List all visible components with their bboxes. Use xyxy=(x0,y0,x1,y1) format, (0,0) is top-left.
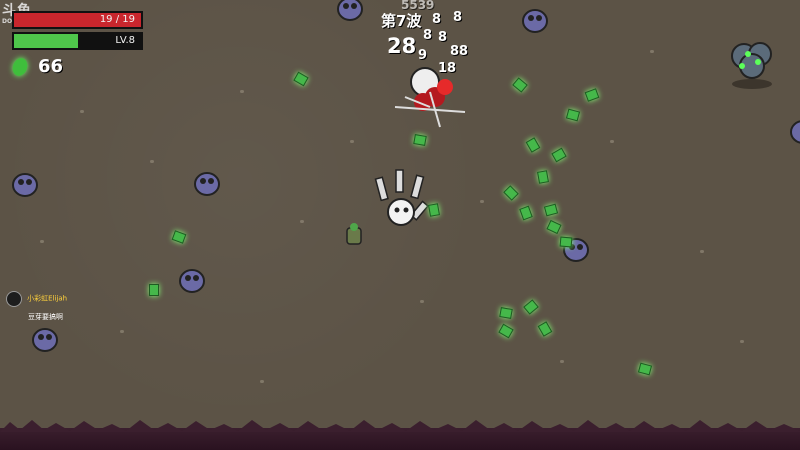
material-drop xyxy=(537,170,549,184)
material-drop xyxy=(512,77,528,93)
ground-pebble xyxy=(150,160,154,163)
material-drop xyxy=(543,203,559,217)
enemy-hit-splash xyxy=(394,67,466,128)
damage-number: 8 xyxy=(438,30,448,45)
material-drop xyxy=(499,307,513,319)
materials-count: 66 xyxy=(38,56,64,77)
material-drop xyxy=(584,88,600,102)
material-drop xyxy=(537,321,553,337)
level-text: LV.8 xyxy=(115,35,135,46)
material-drop xyxy=(523,299,539,315)
ground-pebble xyxy=(740,340,744,343)
alien-enemy xyxy=(337,0,363,21)
alien-enemy xyxy=(790,120,800,144)
game-arena: 5539 8 8 8 8 9 88 18 xyxy=(0,0,800,450)
experience-bar: LV.8 xyxy=(12,32,143,50)
ground-pebble xyxy=(560,360,564,363)
material-drop xyxy=(519,205,533,221)
chat-username: 小彩虹Elijah xyxy=(27,294,68,303)
alien-enemy xyxy=(32,328,58,352)
health-bar: 19 / 19 xyxy=(12,11,143,29)
ground-pebble xyxy=(480,200,484,203)
ground-pebble xyxy=(610,140,614,143)
alien-enemy xyxy=(522,9,548,33)
damage-number: 88 xyxy=(450,44,469,59)
arena-border-grass xyxy=(0,420,800,450)
alien-enemy xyxy=(194,172,220,196)
wave-timer: 28 xyxy=(387,34,417,58)
damage-number: 18 xyxy=(438,61,457,76)
material-drop xyxy=(498,323,514,339)
tree-sapling-enemy xyxy=(346,223,362,245)
chat-message: 小彩虹Elijah 豆芽要搞啊 xyxy=(6,288,67,322)
material-drop xyxy=(413,134,427,146)
material-drop xyxy=(637,362,653,376)
material-drop xyxy=(171,230,187,244)
ground-pebble xyxy=(80,110,84,113)
alien-enemy xyxy=(12,173,38,197)
material-drop xyxy=(149,284,159,296)
ground-pebble xyxy=(240,90,244,93)
health-text: 19 / 19 xyxy=(99,14,135,25)
ground-pebble xyxy=(260,380,264,383)
material-drop xyxy=(546,219,562,235)
material-drop xyxy=(565,108,581,122)
chat-text: 豆芽要搞啊 xyxy=(28,313,63,321)
ground-pebble xyxy=(420,300,424,303)
ground-pebble xyxy=(350,140,354,143)
material-drop xyxy=(293,71,309,87)
material-drop xyxy=(551,147,567,163)
material-drop xyxy=(559,236,573,248)
material-drop xyxy=(525,137,541,153)
tree-icon xyxy=(731,42,772,89)
damage-number: 8 xyxy=(453,10,463,25)
material-drop xyxy=(428,203,440,217)
experience-fill xyxy=(14,34,78,48)
user-avatar xyxy=(6,290,22,307)
damage-number: 9 xyxy=(418,48,428,63)
damage-number: 8 xyxy=(432,12,442,27)
material-drop xyxy=(503,185,519,201)
ground-pebble xyxy=(120,330,124,333)
player-character xyxy=(374,169,429,226)
ground-pebble xyxy=(650,50,654,53)
ground-pebble xyxy=(40,240,44,243)
damage-number: 8 xyxy=(423,28,433,43)
alien-enemy xyxy=(179,269,205,293)
ground-pebble xyxy=(300,220,304,223)
wave-label: 第7波 xyxy=(381,12,422,30)
ground-pebble xyxy=(700,250,704,253)
